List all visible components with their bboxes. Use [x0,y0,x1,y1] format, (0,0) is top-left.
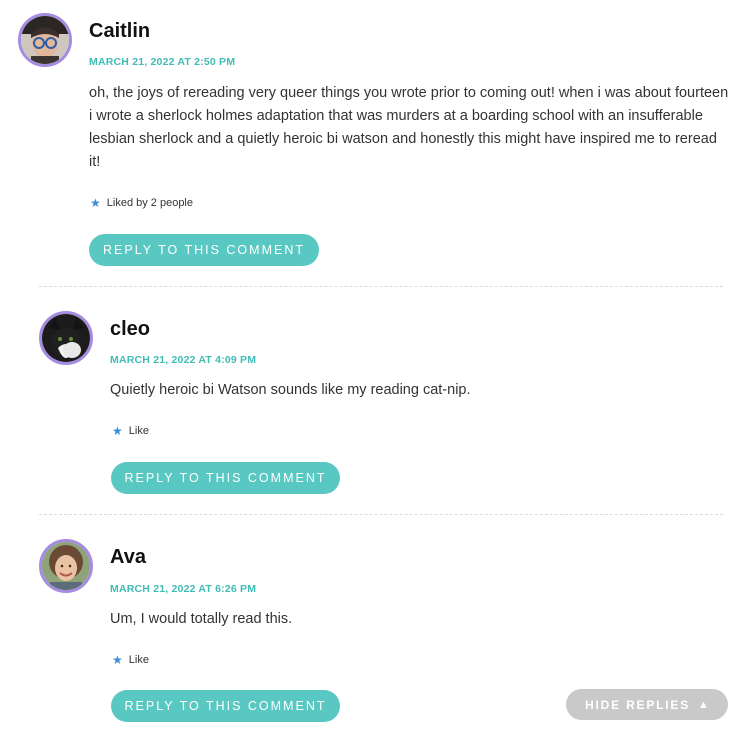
avatar[interactable] [18,13,72,67]
like-widget[interactable]: ★ Like [112,425,149,437]
star-icon: ★ [90,196,101,210]
star-icon: ★ [112,424,123,438]
like-label: Like [128,654,149,666]
comment-divider [39,286,723,287]
avatar-image [42,314,90,362]
avatar[interactable] [39,311,93,365]
comment-text: Quietly heroic bi Watson sounds like my … [110,382,471,398]
comment-date[interactable]: MARCH 21, 2022 AT 6:26 PM [110,583,256,595]
comment-author[interactable]: Caitlin [89,20,150,43]
avatar-image [21,16,69,64]
hide-replies-label: HIDE REPLIES [585,697,691,712]
reply-button[interactable]: REPLY TO THIS COMMENT [111,690,340,722]
comment-date[interactable]: MARCH 21, 2022 AT 4:09 PM [110,354,256,366]
comment-author[interactable]: cleo [110,318,150,341]
hide-replies-button[interactable]: HIDE REPLIES ▲ [566,689,728,720]
like-widget[interactable]: ★ Like [112,654,149,666]
avatar[interactable] [39,539,93,593]
like-label: Like [128,425,149,437]
like-label: Liked by 2 people [106,197,193,209]
like-widget[interactable]: ★ Liked by 2 people [90,197,193,209]
comment-text: Um, I would totally read this. [110,611,293,627]
triangle-up-icon: ▲ [698,698,709,711]
comment-author[interactable]: Ava [110,546,146,569]
star-icon: ★ [112,653,123,667]
avatar-image [42,542,90,590]
comment-date[interactable]: MARCH 21, 2022 AT 2:50 PM [89,56,235,68]
comment-text: oh, the joys of rereading very queer thi… [89,85,729,170]
reply-button[interactable]: REPLY TO THIS COMMENT [89,234,319,266]
comment-divider [39,514,723,515]
reply-button[interactable]: REPLY TO THIS COMMENT [111,462,340,494]
